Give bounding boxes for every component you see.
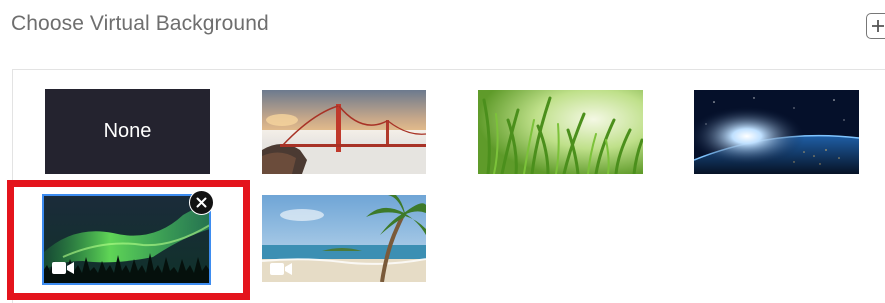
- virtual-background-settings: Choose Virtual Background None: [0, 0, 885, 303]
- close-icon: [196, 197, 207, 208]
- background-bridge-thumbnail[interactable]: [262, 90, 426, 174]
- bridge-image: [262, 90, 426, 174]
- background-grass-thumbnail[interactable]: [478, 90, 643, 174]
- add-background-button[interactable]: [866, 13, 885, 39]
- none-label: None: [103, 120, 152, 142]
- remove-background-button[interactable]: [189, 190, 214, 215]
- earth-image: [694, 90, 859, 174]
- section-title: Choose Virtual Background: [11, 12, 269, 35]
- grass-image: [478, 90, 643, 174]
- video-camera-icon: [52, 262, 74, 274]
- plus-icon: [872, 20, 884, 32]
- background-none-tile[interactable]: None: [45, 89, 210, 174]
- video-camera-icon: [270, 263, 292, 275]
- background-earth-thumbnail[interactable]: [694, 90, 859, 174]
